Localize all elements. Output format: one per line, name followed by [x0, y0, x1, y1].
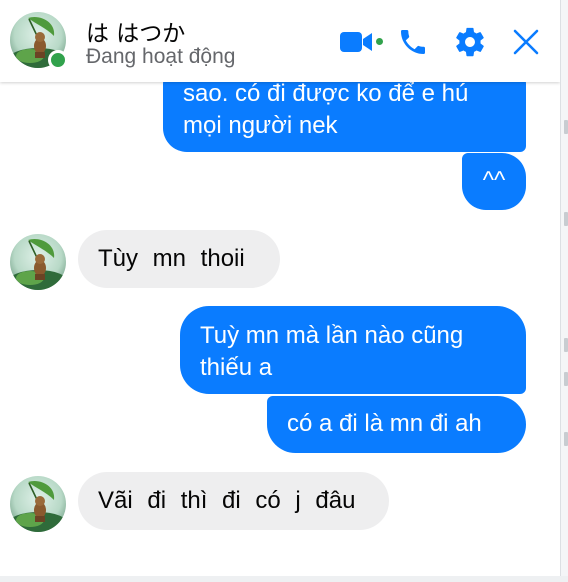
message-text: ^^	[482, 167, 506, 194]
window-bottom-edge	[0, 576, 568, 582]
outgoing-message[interactable]: Tuỳ mn mà lần nào cũng thiếu a	[180, 306, 526, 394]
outgoing-message[interactable]: có a đi là mn đi ah	[267, 396, 526, 453]
message-text: Vãi đi thì đi có j đâu	[98, 487, 356, 514]
message-text: thiếu a	[200, 354, 273, 381]
close-icon	[513, 29, 539, 55]
video-call-button[interactable]	[336, 22, 376, 62]
message-text: Tuỳ mn mà lần nào cũng	[200, 322, 464, 349]
voice-call-button[interactable]	[393, 22, 433, 62]
background-page-edge	[560, 0, 568, 582]
edge-marker	[564, 432, 568, 446]
gear-icon	[456, 27, 484, 57]
edge-marker	[564, 372, 568, 386]
message-text: mọi người nek	[183, 112, 338, 139]
edge-marker	[564, 212, 568, 226]
phone-icon	[401, 30, 425, 54]
settings-button[interactable]	[450, 22, 490, 62]
edge-marker	[564, 120, 568, 134]
sender-avatar[interactable]	[10, 234, 66, 290]
avatar-image	[10, 476, 66, 532]
message-text: sao. có đi được ko để e hú	[183, 80, 469, 107]
incoming-message[interactable]: Tùy mn thoii	[78, 230, 280, 288]
avatar-image	[10, 234, 66, 290]
online-status-dot	[48, 50, 68, 70]
messenger-chat-window: は はつか Đang hoạt động sao. có đi được ko …	[0, 0, 560, 576]
contact-name[interactable]: は はつか	[86, 14, 185, 48]
video-active-dot	[376, 38, 383, 45]
incoming-message[interactable]: Vãi đi thì đi có j đâu	[78, 472, 389, 530]
close-chat-button[interactable]	[506, 22, 546, 62]
message-text: Tùy mn thoii	[98, 245, 245, 272]
edge-marker	[564, 338, 568, 352]
outgoing-message[interactable]: ^^	[462, 153, 526, 210]
chat-header: は はつか Đang hoạt động	[0, 0, 560, 82]
message-text: có a đi là mn đi ah	[287, 410, 482, 437]
contact-status: Đang hoạt động	[86, 45, 236, 68]
video-camera-icon	[340, 32, 372, 52]
sender-avatar[interactable]	[10, 476, 66, 532]
